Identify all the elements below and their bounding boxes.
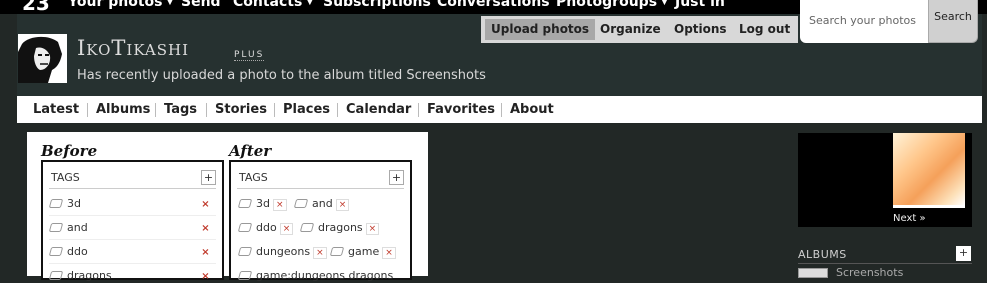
tag-icon — [293, 199, 309, 208]
nav-conversations[interactable]: Conversations — [437, 0, 550, 10]
divider — [49, 239, 216, 240]
divider — [49, 215, 216, 216]
tab-places[interactable]: Places — [283, 102, 330, 117]
before-heading: Before — [41, 142, 98, 160]
tag-row[interactable]: and — [48, 221, 88, 234]
tag-row[interactable]: ddo — [48, 245, 88, 258]
tab-divider — [155, 103, 156, 117]
remove-tag-button[interactable]: × — [199, 246, 212, 259]
tab-divider — [206, 103, 207, 117]
tag-chip[interactable]: game × — [329, 245, 396, 259]
album-title: Screenshots — [836, 266, 904, 279]
album-list-item[interactable]: Screenshots — [798, 266, 972, 279]
tab-about[interactable]: About — [510, 102, 554, 117]
tab-albums[interactable]: Albums — [96, 102, 150, 117]
tab-latest[interactable]: Latest — [33, 102, 79, 117]
upload-photos-button[interactable]: Upload photos — [485, 19, 596, 40]
nav-contacts[interactable]: Contacts ▼ — [233, 0, 313, 10]
avatar[interactable] — [18, 34, 67, 83]
tag-icon — [329, 247, 345, 256]
search-button[interactable]: Search — [928, 0, 978, 43]
nav-just-in[interactable]: Just in — [675, 0, 725, 10]
remove-tag-button[interactable]: × — [365, 223, 380, 235]
tag-chip[interactable]: dragons × — [299, 221, 380, 235]
profile-tabs: Latest Albums Tags Stories Places Calend… — [17, 96, 982, 123]
remove-tag-button[interactable]: × — [313, 247, 327, 259]
divider — [49, 188, 216, 189]
tab-favorites[interactable]: Favorites — [427, 102, 495, 117]
album-thumbnail — [798, 268, 828, 278]
thumbnail-border — [893, 205, 965, 208]
tag-icon — [48, 247, 64, 256]
tab-divider — [501, 103, 502, 117]
after-tags-panel: TAGS + 3d × and × ddo × dragons × dungeons × … — [229, 160, 412, 282]
options-button[interactable]: Options — [668, 19, 733, 40]
avatar-image — [18, 34, 67, 83]
organize-button[interactable]: Organize — [594, 19, 667, 40]
remove-tag-button[interactable]: × — [279, 223, 294, 235]
tag-icon — [299, 223, 315, 232]
tag-row[interactable]: 3d — [48, 197, 81, 210]
tag-icon — [48, 223, 64, 232]
next-photo-link[interactable]: Next » — [893, 213, 926, 224]
search-placeholder: Search your photos — [809, 14, 916, 27]
tag-chip[interactable]: 3d × — [237, 197, 287, 211]
profile-username[interactable]: IkoTikashi — [77, 36, 189, 60]
tags-panel-title: TAGS — [51, 171, 80, 184]
nav-photogroups[interactable]: Photogroups ▼ — [556, 0, 668, 10]
remove-tag-button[interactable]: × — [199, 270, 212, 283]
tab-divider — [87, 103, 88, 117]
divider — [49, 263, 216, 264]
tab-stories[interactable]: Stories — [215, 102, 267, 117]
next-photo-thumbnail[interactable] — [893, 133, 965, 205]
tag-chip[interactable]: dungeons × — [237, 245, 327, 259]
tags-panel-title: TAGS — [239, 171, 268, 184]
before-tags-panel: TAGS + 3d × and × ddo × dragons × — [41, 160, 224, 283]
search-input[interactable]: Search your photos — [800, 0, 929, 43]
tag-chip[interactable]: ddo × — [237, 221, 294, 235]
remove-tag-button[interactable]: × — [382, 247, 396, 259]
remove-tag-button[interactable]: × — [199, 198, 212, 211]
divider — [798, 263, 972, 264]
tag-chip[interactable]: and × — [293, 197, 350, 211]
chevron-down-icon: ▼ — [661, 0, 668, 7]
remove-tag-button[interactable]: × — [199, 222, 212, 235]
chevron-down-icon: ▼ — [166, 0, 174, 7]
add-to-album-button[interactable]: + — [956, 246, 971, 261]
tab-divider — [418, 103, 419, 117]
log-out-button[interactable]: Log out — [733, 19, 796, 40]
albums-section-title: ALBUMS — [798, 248, 847, 261]
chevron-down-icon: ▼ — [306, 0, 314, 7]
tab-divider — [274, 103, 275, 117]
tab-tags[interactable]: Tags — [164, 102, 197, 117]
nav-send[interactable]: Send — [181, 0, 221, 10]
tab-divider — [337, 103, 338, 117]
tag-icon — [48, 199, 64, 208]
divider — [237, 188, 404, 189]
photo-navigator: Next » — [798, 133, 972, 227]
tag-icon — [237, 247, 253, 256]
tab-calendar[interactable]: Calendar — [346, 102, 411, 117]
remove-tag-button[interactable]: × — [272, 199, 287, 211]
profile-status-text: Has recently uploaded a photo to the alb… — [77, 68, 486, 83]
after-heading: After — [229, 142, 272, 160]
tag-icon — [237, 223, 253, 232]
plus-badge[interactable]: PLUS — [234, 50, 265, 61]
site-logo[interactable]: 23 — [22, 0, 50, 14]
remove-tag-button[interactable]: × — [335, 199, 350, 211]
account-actions: Upload photos Organize Options Log out — [481, 16, 798, 43]
tag-icon — [237, 199, 253, 208]
post-content: Before After TAGS + 3d × and × ddo × dra… — [27, 132, 428, 282]
nav-your-photos[interactable]: Your photos ▼ — [68, 0, 173, 10]
nav-subscriptions[interactable]: Subscriptions — [323, 0, 431, 10]
add-tag-button[interactable]: + — [389, 170, 404, 185]
add-tag-button[interactable]: + — [201, 170, 216, 185]
